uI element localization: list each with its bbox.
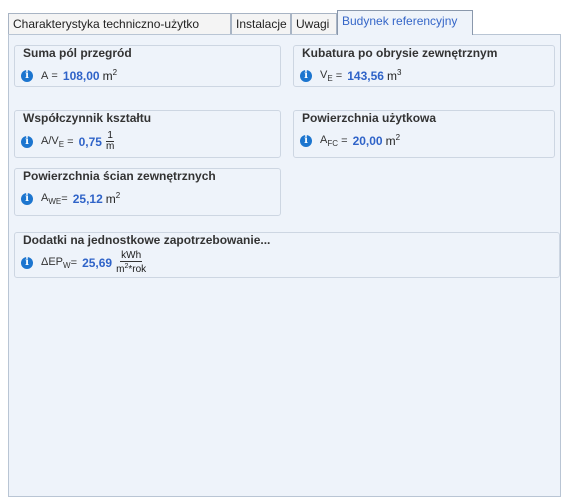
symbol: A/VE bbox=[41, 134, 65, 149]
group-powierzchnia-uzytkowa: Powierzchnia użytkowa i AFC = 20,00 m2 bbox=[293, 110, 555, 158]
info-icon[interactable]: i bbox=[21, 192, 33, 205]
value-row: i A/VE = 0,75 1 m bbox=[21, 131, 115, 152]
tab-instalacje[interactable]: Instalacje bbox=[231, 13, 291, 34]
unit: m3 bbox=[386, 68, 402, 83]
group-title: Kubatura po obrysie zewnętrznym bbox=[300, 46, 500, 60]
unit-fraction: 1 m bbox=[105, 130, 115, 152]
value-row: i AWE = 25,12 m2 bbox=[21, 191, 120, 206]
equals: = bbox=[64, 135, 77, 148]
value: 25,69 bbox=[82, 256, 113, 270]
unit-fraction: kWh m2*rok bbox=[116, 250, 147, 275]
symbol: AWE bbox=[41, 191, 62, 206]
tab-uwagi[interactable]: Uwagi bbox=[291, 13, 337, 34]
value-row: i VE = 143,56 m3 bbox=[300, 68, 401, 83]
tab-charakterystyka[interactable]: Charakterystyka techniczno-użytko bbox=[8, 13, 231, 34]
unit: m2 bbox=[105, 191, 121, 206]
value: 108,00 bbox=[62, 68, 100, 83]
tab-strip: Charakterystyka techniczno-użytko Instal… bbox=[8, 10, 561, 36]
group-suma-pol: Suma pól przegród i A = 108,00 m2 bbox=[14, 45, 281, 87]
info-icon[interactable]: i bbox=[21, 257, 33, 269]
value: 143,56 bbox=[347, 68, 384, 83]
info-icon[interactable]: i bbox=[300, 134, 312, 147]
symbol: ΔEPW bbox=[41, 256, 71, 270]
value-row: i ΔEPW = 25,69 kWh m2*rok bbox=[21, 251, 147, 275]
info-icon[interactable]: i bbox=[300, 69, 312, 82]
value-row: i A = 108,00 m2 bbox=[21, 68, 117, 83]
equals: = bbox=[70, 257, 81, 269]
tab-budynek-referencyjny[interactable]: Budynek referencyjny bbox=[337, 10, 473, 35]
symbol: VE bbox=[320, 68, 333, 83]
equals: = bbox=[332, 69, 346, 82]
group-title: Powierzchnia użytkowa bbox=[300, 111, 439, 125]
group-wspolczynnik-ksztaltu: Współczynnik kształtu i A/VE = 0,75 1 m bbox=[14, 110, 281, 158]
equals: = bbox=[61, 192, 71, 205]
info-icon[interactable]: i bbox=[21, 69, 33, 82]
group-powierzchnia-scian: Powierzchnia ścian zewnętrznych i AWE = … bbox=[14, 168, 281, 216]
value: 25,12 bbox=[72, 191, 103, 206]
value-row: i AFC = 20,00 m2 bbox=[300, 133, 400, 148]
group-title: Dodatki na jednostkowe zapotrzebowanie..… bbox=[21, 233, 273, 247]
tab-panel: Suma pól przegród i A = 108,00 m2 Kubatu… bbox=[8, 34, 561, 497]
equals: = bbox=[48, 69, 61, 82]
info-icon[interactable]: i bbox=[21, 135, 33, 148]
group-title: Suma pól przegród bbox=[21, 46, 134, 60]
equals: = bbox=[338, 134, 351, 147]
symbol: A bbox=[41, 69, 49, 82]
value: 0,75 bbox=[78, 134, 102, 149]
group-dodatki: Dodatki na jednostkowe zapotrzebowanie..… bbox=[14, 232, 560, 278]
symbol: AFC bbox=[320, 133, 339, 148]
value: 20,00 bbox=[352, 133, 383, 148]
group-title: Powierzchnia ścian zewnętrznych bbox=[21, 169, 218, 183]
unit: m2 bbox=[102, 68, 118, 83]
unit: m2 bbox=[385, 133, 401, 148]
group-kubatura: Kubatura po obrysie zewnętrznym i VE = 1… bbox=[293, 45, 555, 87]
group-title: Współczynnik kształtu bbox=[21, 111, 154, 125]
